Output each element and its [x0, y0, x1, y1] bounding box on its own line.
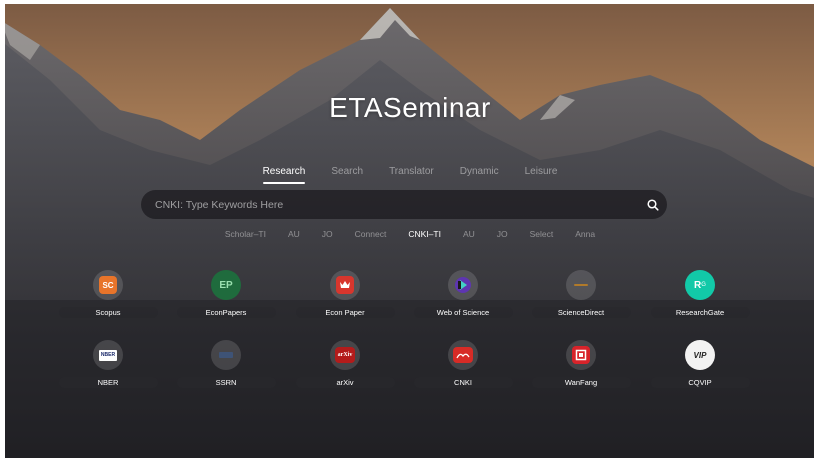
cnki-icon[interactable]: [448, 340, 478, 370]
site-label[interactable]: Econ Paper: [295, 307, 395, 318]
search-icon[interactable]: [639, 190, 667, 219]
site-researchgate[interactable]: RG ResearchGate: [650, 270, 750, 318]
web-of-science-icon[interactable]: [448, 270, 478, 300]
site-label[interactable]: WanFang: [531, 377, 631, 388]
site-arxiv[interactable]: arXiv arXiv: [295, 340, 395, 388]
engine-scholar-au[interactable]: AU: [277, 229, 311, 239]
site-label[interactable]: EconPapers: [176, 307, 276, 318]
site-cnki[interactable]: CNKI: [413, 340, 513, 388]
engine-select[interactable]: Select: [519, 229, 565, 239]
window-frame-top: [0, 0, 820, 4]
nber-icon[interactable]: NBER: [93, 340, 123, 370]
site-wanfang[interactable]: WanFang: [531, 340, 631, 388]
engine-scholar-jo[interactable]: JO: [311, 229, 344, 239]
site-label[interactable]: Web of Science: [413, 307, 513, 318]
engine-connect[interactable]: Connect: [344, 229, 398, 239]
site-label[interactable]: ResearchGate: [650, 307, 750, 318]
site-label[interactable]: Scopus: [58, 307, 158, 318]
wanfang-icon[interactable]: [566, 340, 596, 370]
sciencedirect-icon[interactable]: [566, 270, 596, 300]
site-econpapers[interactable]: EP EconPapers: [176, 270, 276, 318]
site-web-of-science[interactable]: Web of Science: [413, 270, 513, 318]
tab-leisure[interactable]: Leisure: [512, 166, 571, 177]
site-econ-paper[interactable]: Econ Paper: [295, 270, 395, 318]
app-title: ETASeminar: [329, 92, 491, 123]
site-sciencedirect[interactable]: ScienceDirect: [531, 270, 631, 318]
tab-dynamic[interactable]: Dynamic: [447, 166, 512, 177]
site-label[interactable]: ScienceDirect: [531, 307, 631, 318]
site-label[interactable]: NBER: [58, 377, 158, 388]
engine-cnki-ti[interactable]: CNKI–TI: [397, 229, 452, 239]
site-label[interactable]: arXiv: [295, 377, 395, 388]
site-ssrn[interactable]: SSRN: [176, 340, 276, 388]
site-cqvip[interactable]: VIP CQVIP: [650, 340, 750, 388]
site-label[interactable]: SSRN: [176, 377, 276, 388]
search-bar: [141, 190, 667, 219]
site-label[interactable]: CQVIP: [650, 377, 750, 388]
econpapers-icon[interactable]: EP: [211, 270, 241, 300]
site-scopus[interactable]: SC Scopus: [58, 270, 158, 318]
tab-research[interactable]: Research: [250, 166, 319, 184]
tab-search[interactable]: Search: [318, 166, 376, 177]
site-label[interactable]: CNKI: [413, 377, 513, 388]
engine-anna[interactable]: Anna: [564, 229, 606, 239]
engine-cnki-jo[interactable]: JO: [486, 229, 519, 239]
researchgate-icon[interactable]: RG: [685, 270, 715, 300]
scopus-icon[interactable]: SC: [93, 270, 123, 300]
ssrn-icon[interactable]: [211, 340, 241, 370]
cqvip-icon[interactable]: VIP: [685, 340, 715, 370]
site-nber[interactable]: NBER NBER: [58, 340, 158, 388]
econ-paper-icon[interactable]: [330, 270, 360, 300]
app-background: ETASeminar Research Search Translator Dy…: [0, 0, 820, 458]
arxiv-icon[interactable]: arXiv: [330, 340, 360, 370]
category-tabs: Research Search Translator Dynamic Leisu…: [0, 166, 820, 184]
engine-scholar-ti[interactable]: Scholar–TI: [214, 229, 277, 239]
search-engine-selector: Scholar–TI AU JO Connect CNKI–TI AU JO S…: [0, 229, 820, 239]
search-input[interactable]: [153, 197, 639, 212]
engine-cnki-au[interactable]: AU: [452, 229, 486, 239]
tab-translator[interactable]: Translator: [376, 166, 447, 177]
